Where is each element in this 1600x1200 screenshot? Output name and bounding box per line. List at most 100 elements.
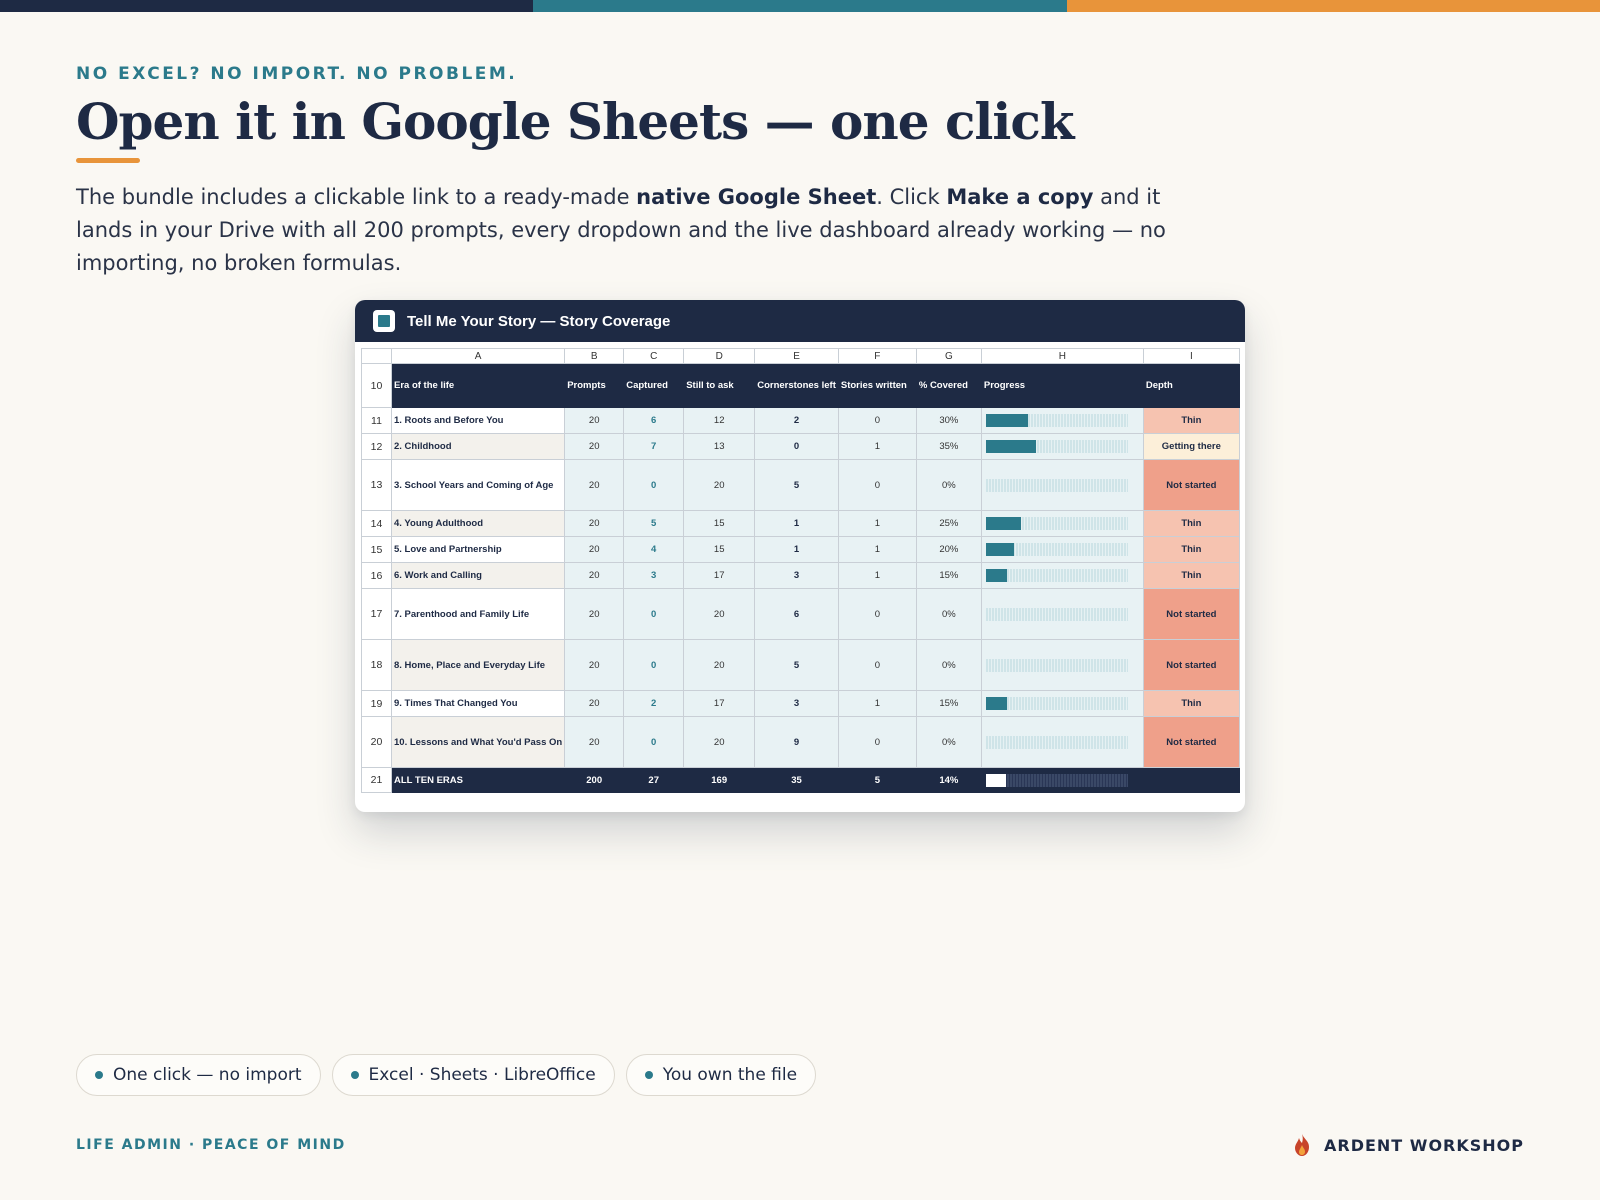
column-header[interactable]: % Covered xyxy=(915,363,982,408)
column-header[interactable]: Captured xyxy=(623,363,685,408)
column-header[interactable]: Stories written xyxy=(837,363,917,408)
era-cell[interactable]: 4. Young Adulthood xyxy=(390,510,566,537)
depth-cell[interactable]: Not started xyxy=(1142,639,1240,691)
depth-cell[interactable]: Thin xyxy=(1142,536,1240,563)
percent-covered-cell[interactable]: 0% xyxy=(915,459,982,511)
progress-cell[interactable] xyxy=(980,716,1144,768)
prompts-cell[interactable]: 20 xyxy=(564,690,625,717)
total-progress-cell[interactable] xyxy=(980,767,1144,793)
captured-cell[interactable]: 0 xyxy=(623,588,685,640)
depth-cell[interactable]: Thin xyxy=(1142,407,1240,434)
percent-covered-cell[interactable]: 0% xyxy=(915,588,982,640)
prompts-cell[interactable]: 20 xyxy=(564,433,625,460)
still-to-ask-cell[interactable]: 20 xyxy=(683,588,756,640)
total-percent-covered-cell[interactable]: 14% xyxy=(915,767,982,793)
percent-covered-cell[interactable]: 15% xyxy=(915,690,982,717)
column-header[interactable]: Prompts xyxy=(564,363,625,408)
total-stories-cell[interactable]: 5 xyxy=(837,767,917,793)
column-header[interactable]: Still to ask xyxy=(683,363,756,408)
progress-cell[interactable] xyxy=(980,639,1144,691)
column-header[interactable]: Progress xyxy=(980,363,1144,408)
row-number[interactable]: 14 xyxy=(361,510,392,537)
depth-cell[interactable]: Not started xyxy=(1142,716,1240,768)
total-depth-cell[interactable] xyxy=(1142,767,1240,793)
column-header[interactable]: Cornerstones left xyxy=(754,363,839,408)
row-number[interactable]: 20 xyxy=(361,716,392,768)
still-to-ask-cell[interactable]: 17 xyxy=(683,562,756,589)
progress-cell[interactable] xyxy=(980,588,1144,640)
era-cell[interactable]: 7. Parenthood and Family Life xyxy=(390,588,566,640)
percent-covered-cell[interactable]: 0% xyxy=(915,639,982,691)
still-to-ask-cell[interactable]: 15 xyxy=(683,510,756,537)
row-number[interactable]: 17 xyxy=(361,588,392,640)
stories-cell[interactable]: 0 xyxy=(837,588,917,640)
still-to-ask-cell[interactable]: 15 xyxy=(683,536,756,563)
column-header[interactable]: Era of the life xyxy=(390,363,566,408)
progress-cell[interactable] xyxy=(980,690,1144,717)
stories-cell[interactable]: 1 xyxy=(837,562,917,589)
total-captured-cell[interactable]: 27 xyxy=(623,767,685,793)
depth-cell[interactable]: Thin xyxy=(1142,562,1240,589)
era-cell[interactable]: 6. Work and Calling xyxy=(390,562,566,589)
cornerstones-cell[interactable]: 3 xyxy=(754,562,839,589)
total-label-cell[interactable]: ALL TEN ERAS xyxy=(390,767,566,793)
column-letter[interactable]: E xyxy=(754,348,839,364)
row-number[interactable]: 18 xyxy=(361,639,392,691)
depth-cell[interactable]: Getting there xyxy=(1142,433,1240,460)
depth-cell[interactable]: Not started xyxy=(1142,459,1240,511)
percent-covered-cell[interactable]: 0% xyxy=(915,716,982,768)
still-to-ask-cell[interactable]: 20 xyxy=(683,639,756,691)
prompts-cell[interactable]: 20 xyxy=(564,407,625,434)
cornerstones-cell[interactable]: 5 xyxy=(754,639,839,691)
progress-cell[interactable] xyxy=(980,562,1144,589)
prompts-cell[interactable]: 20 xyxy=(564,716,625,768)
column-header[interactable]: Depth xyxy=(1142,363,1240,408)
stories-cell[interactable]: 0 xyxy=(837,716,917,768)
row-number[interactable]: 12 xyxy=(361,433,392,460)
stories-cell[interactable]: 0 xyxy=(837,639,917,691)
column-letter[interactable]: C xyxy=(623,348,685,364)
row-number[interactable]: 16 xyxy=(361,562,392,589)
prompts-cell[interactable]: 20 xyxy=(564,536,625,563)
stories-cell[interactable]: 1 xyxy=(837,433,917,460)
cornerstones-cell[interactable]: 3 xyxy=(754,690,839,717)
progress-cell[interactable] xyxy=(980,459,1144,511)
era-cell[interactable]: 8. Home, Place and Everyday Life xyxy=(390,639,566,691)
cornerstones-cell[interactable]: 0 xyxy=(754,433,839,460)
still-to-ask-cell[interactable]: 12 xyxy=(683,407,756,434)
column-letter[interactable]: B xyxy=(564,348,625,364)
depth-cell[interactable]: Not started xyxy=(1142,588,1240,640)
column-letter[interactable]: D xyxy=(683,348,756,364)
captured-cell[interactable]: 2 xyxy=(623,690,685,717)
column-letter[interactable]: I xyxy=(1142,348,1240,364)
progress-cell[interactable] xyxy=(980,510,1144,537)
row-number[interactable]: 15 xyxy=(361,536,392,563)
prompts-cell[interactable]: 20 xyxy=(564,639,625,691)
prompts-cell[interactable]: 20 xyxy=(564,562,625,589)
prompts-cell[interactable]: 20 xyxy=(564,459,625,511)
era-cell[interactable]: 5. Love and Partnership xyxy=(390,536,566,563)
captured-cell[interactable]: 3 xyxy=(623,562,685,589)
progress-cell[interactable] xyxy=(980,433,1144,460)
progress-cell[interactable] xyxy=(980,407,1144,434)
stories-cell[interactable]: 1 xyxy=(837,690,917,717)
still-to-ask-cell[interactable]: 17 xyxy=(683,690,756,717)
total-prompts-cell[interactable]: 200 xyxy=(564,767,625,793)
prompts-cell[interactable]: 20 xyxy=(564,510,625,537)
stories-cell[interactable]: 1 xyxy=(837,510,917,537)
depth-cell[interactable]: Thin xyxy=(1142,510,1240,537)
percent-covered-cell[interactable]: 25% xyxy=(915,510,982,537)
captured-cell[interactable]: 6 xyxy=(623,407,685,434)
column-letter[interactable]: G xyxy=(915,348,982,364)
captured-cell[interactable]: 5 xyxy=(623,510,685,537)
cornerstones-cell[interactable]: 6 xyxy=(754,588,839,640)
progress-cell[interactable] xyxy=(980,536,1144,563)
percent-covered-cell[interactable]: 15% xyxy=(915,562,982,589)
still-to-ask-cell[interactable]: 13 xyxy=(683,433,756,460)
column-letter[interactable]: F xyxy=(837,348,917,364)
stories-cell[interactable]: 0 xyxy=(837,407,917,434)
column-letter[interactable]: H xyxy=(980,348,1144,364)
row-number[interactable]: 11 xyxy=(361,407,392,434)
percent-covered-cell[interactable]: 20% xyxy=(915,536,982,563)
still-to-ask-cell[interactable]: 20 xyxy=(683,716,756,768)
